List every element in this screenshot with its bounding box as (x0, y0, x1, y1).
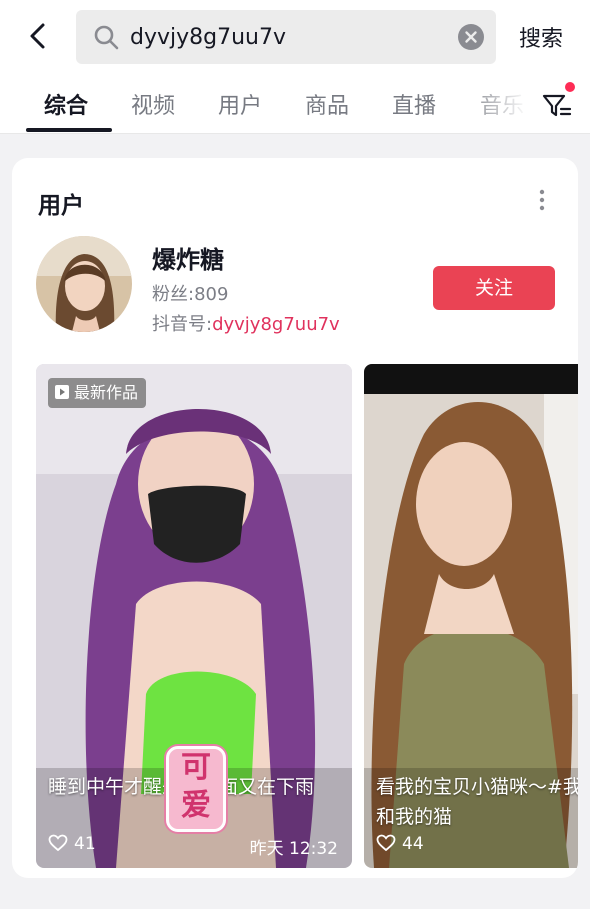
search-box[interactable] (76, 10, 496, 64)
like-value: 41 (74, 834, 96, 854)
follow-button[interactable]: 关注 (433, 266, 555, 310)
sticker: 可 爱 (166, 746, 226, 832)
avatar[interactable] (36, 236, 132, 332)
fans-value: 809 (194, 284, 229, 305)
user-id: 抖音号:dyvjy8g7uu7v (152, 310, 340, 336)
sticker-char: 爱 (181, 788, 211, 823)
search-tabs: 综合 视频 用户 商品 直播 音乐 (0, 74, 590, 134)
video-play-icon (55, 385, 69, 399)
filter-icon[interactable] (540, 88, 574, 122)
more-vertical-icon[interactable] (532, 188, 552, 212)
tab-live[interactable]: 直播 (392, 88, 436, 120)
user-id-label: 抖音号: (152, 314, 213, 335)
section-title: 用户 (38, 193, 84, 219)
search-header: 搜索 (0, 0, 590, 74)
video-card[interactable]: 看我的宝贝小猫咪～#我和我的猫 44 (364, 364, 578, 868)
latest-work-badge: 最新作品 (48, 378, 147, 408)
tab-users[interactable]: 用户 (218, 88, 262, 120)
notification-dot (565, 82, 575, 92)
heart-icon (48, 834, 68, 852)
fans-label: 粉丝: (152, 284, 195, 305)
post-time: 昨天 12:32 (249, 839, 338, 859)
chevron-left-icon[interactable] (22, 20, 54, 52)
clear-icon[interactable] (458, 24, 484, 50)
tab-fade (460, 74, 536, 132)
user-id-value: dyvjy8g7uu7v (212, 314, 340, 335)
heart-icon (376, 834, 396, 852)
like-count: 44 (376, 834, 424, 854)
user-result-card: 用户 爆炸糖 粉丝:809 抖音号:dyvjy8g7uu7v 关注 最新作品 可… (12, 158, 578, 878)
user-name[interactable]: 爆炸糖 (152, 240, 224, 275)
tab-all[interactable]: 综合 (44, 88, 88, 120)
sticker-char: 可 (181, 750, 211, 785)
active-tab-indicator (26, 128, 112, 132)
video-caption: 看我的宝贝小猫咪～#我和我的猫 (376, 776, 578, 828)
search-icon (94, 25, 119, 50)
tab-video[interactable]: 视频 (131, 88, 175, 120)
tab-products[interactable]: 商品 (305, 88, 349, 120)
like-value: 44 (402, 834, 424, 854)
fans-count: 粉丝:809 (152, 280, 228, 306)
search-button[interactable]: 搜索 (519, 21, 563, 53)
badge-label: 最新作品 (74, 383, 139, 402)
search-input[interactable] (130, 21, 430, 53)
like-count: 41 (48, 834, 96, 854)
video-card[interactable]: 最新作品 睡到中午才醒来，外面又在下雨 可 爱 41 昨天 12:32 (36, 364, 352, 868)
